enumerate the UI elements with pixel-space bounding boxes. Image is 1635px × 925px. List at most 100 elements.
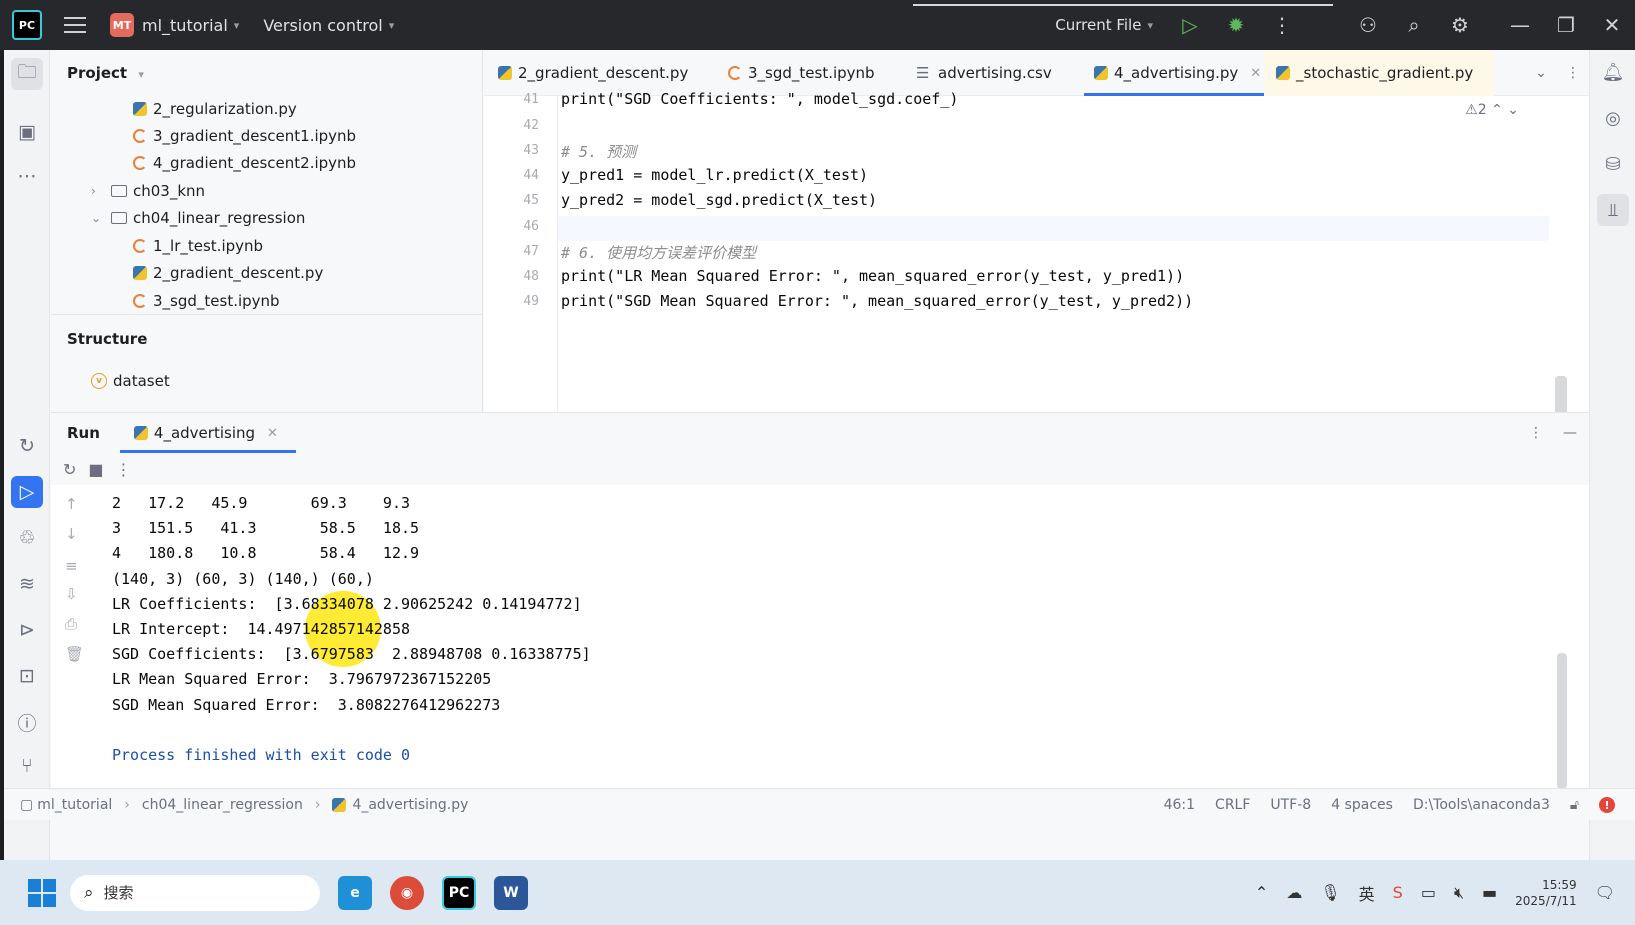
settings-gear-icon[interactable]: ⚙ [1437,13,1483,37]
pycharm-taskbar-icon[interactable]: PC [442,875,476,910]
tree-item[interactable]: 2_regularization.py [133,96,297,122]
tree-item[interactable]: 4_gradient_descent2.ipynb [133,150,356,176]
windows-start-icon[interactable] [28,878,56,907]
services-icon[interactable]: ⊳ [11,614,43,646]
git-icon[interactable]: ⑂ [11,750,43,782]
run-tool-icon[interactable]: ▷ [11,476,43,508]
python-console-icon[interactable]: ♲ [11,522,43,554]
line-separator[interactable]: CRLF [1215,797,1250,813]
battery-icon[interactable]: ▬ [1482,883,1497,902]
chrome-icon[interactable]: ◉ [390,875,424,910]
structure-item-label: dataset [113,372,170,390]
console-scrollbar[interactable] [1557,653,1567,789]
ime-icon[interactable]: 英 [1359,881,1375,905]
main-menu-icon[interactable] [64,17,86,33]
run-more-icon[interactable]: ⋮ [1529,425,1543,441]
tree-item[interactable]: 1_lr_test.ipynb [133,233,263,259]
tray-expand-icon[interactable]: ⌃ [1255,883,1268,902]
run-tools-more-icon[interactable]: ⋮ [116,460,132,479]
run-tab-4-advertising[interactable]: 4_advertising ✕ [119,413,296,453]
code-editor[interactable]: 41 42 43 44 45 46 47 48 49 print("SGD Co… [484,90,1589,446]
search-icon[interactable]: ⌕ [1391,13,1437,37]
add-user-icon[interactable]: ⚇ [1345,13,1391,37]
sogou-icon[interactable]: S [1393,883,1403,902]
hide-panel-icon[interactable]: — [1563,425,1577,441]
taskbar-search[interactable]: ⌕ 搜索 [70,874,320,911]
tree-folder[interactable]: › ch03_knn [91,178,205,204]
scroll-to-end-icon[interactable]: ⇩ [65,585,78,603]
project-switcher[interactable]: MT ml_tutorial ▾ [110,13,239,37]
volume-muted-icon[interactable]: 🔇︎ [1454,883,1464,903]
close-tab-icon[interactable]: ✕ [1250,66,1261,81]
tree-item[interactable]: 3_gradient_descent1.ipynb [133,123,356,149]
microphone-icon[interactable]: 🎙︎ [1320,883,1340,902]
notifications-icon[interactable]: 🔔︎ [1597,56,1629,88]
word-icon[interactable]: W [494,875,528,910]
notification-center-icon[interactable]: 🗨︎ [1595,883,1615,902]
project-tool-icon[interactable]: 🗀 [11,58,43,90]
tab-list-chevron-icon[interactable]: ⌄ [1525,65,1557,81]
clear-trash-icon[interactable]: 🗑︎ [65,645,84,663]
run-panel-title[interactable]: Run [67,424,100,442]
print-icon[interactable]: ⎙ [65,615,77,633]
breadcrumb-item[interactable]: ml_tutorial [37,797,112,813]
interpreter-selector[interactable]: D:\Tools\anaconda3 [1413,797,1550,813]
error-indicator-icon[interactable]: ! [1599,797,1615,813]
tree-folder[interactable]: ⌄ ch04_linear_regression [91,205,305,231]
terminal-icon[interactable]: ⊡ [11,660,43,692]
indent-setting[interactable]: 4 spaces [1331,797,1393,813]
breadcrumb-item[interactable]: ch04_linear_regression [142,797,303,813]
cursor-position[interactable]: 46:1 [1164,797,1195,813]
lock-icon[interactable]: 🔓︎ [1570,797,1579,813]
structure-tool-icon[interactable]: ▣ [11,116,43,148]
sciview-icon[interactable]: ⫫ [1597,194,1629,226]
tab-4-advertising[interactable]: 4_advertising.py ✕ [1084,50,1268,96]
chevron-down-icon[interactable]: ⌄ [91,211,107,225]
rerun-icon[interactable]: ↻ [63,460,76,479]
ai-assistant-icon[interactable]: ◎ [1597,102,1629,134]
close-run-tab-icon[interactable]: ✕ [267,426,278,441]
tree-item[interactable]: 3_sgd_test.ipynb [133,288,280,314]
run-icon[interactable]: ▷ [1167,13,1213,37]
more-options-icon[interactable]: ⋮ [1259,13,1305,37]
tab-more-icon[interactable]: ⋮ [1557,65,1589,81]
debug-icon[interactable]: ✹ [1213,13,1259,37]
more-tools-icon[interactable]: ⋯ [11,160,43,192]
tree-item[interactable]: 2_gradient_descent.py [133,260,323,286]
edge-browser-icon[interactable]: e [338,875,372,910]
scroll-down-icon[interactable]: ↓ [65,525,78,543]
vcs-menu[interactable]: Version control ▾ [263,16,394,35]
run-toolbar: ↻ ■ ⋮ [51,453,1589,485]
project-badge: MT [110,13,134,37]
close-icon[interactable]: ✕ [1589,13,1635,37]
python-file-icon [1094,66,1108,80]
tab-stochastic-gradient[interactable]: _stochastic_gradient.py [1264,50,1494,96]
chevron-right-icon[interactable]: › [91,184,107,198]
project-pane-title[interactable]: Project ▾ [67,64,144,82]
vcs-label: Version control [263,15,383,35]
stop-icon[interactable]: ■ [88,460,103,479]
database-icon[interactable]: ⛁ [1597,148,1629,180]
cloud-off-icon[interactable]: ☁ [1286,883,1302,902]
project-pane: Project ▾ 2_regularization.py 3_gradient… [51,50,483,412]
tree-item-label: ch04_linear_regression [133,209,306,227]
console-output[interactable]: 2 17.2 45.9 69.3 9.3 3 151.5 41.3 58.5 1… [112,491,591,768]
minimize-icon[interactable]: — [1497,13,1543,37]
pycharm-logo-icon[interactable]: PC [12,10,42,40]
refresh-icon[interactable]: ↻ [11,430,43,462]
breadcrumb-item[interactable]: 4_advertising.py [352,797,468,813]
system-clock[interactable]: 15:59 2025/7/11 [1515,877,1577,909]
structure-item[interactable]: v dataset [91,368,170,394]
file-encoding[interactable]: UTF-8 [1270,797,1311,813]
warnings-indicator[interactable]: ⚠2 ⌃ ⌄ [1465,102,1519,118]
structure-pane-title[interactable]: Structure [67,330,147,348]
soft-wrap-icon[interactable]: ≡ [65,557,78,575]
layers-icon[interactable]: ≋ [11,568,43,600]
display-icon[interactable]: ▭ [1421,883,1436,902]
console-side-toolbar: ↑ ↓ ≡ ⇩ ⎙ 🗑︎ [51,485,99,789]
restore-icon[interactable]: ❐ [1543,13,1589,37]
problems-icon[interactable]: ⓘ [11,706,43,738]
run-config-selector[interactable]: Current File [1055,16,1141,34]
scroll-up-icon[interactable]: ↑ [65,495,78,513]
code-line: print("SGD Mean Squared Error: ", mean_s… [561,292,1194,310]
